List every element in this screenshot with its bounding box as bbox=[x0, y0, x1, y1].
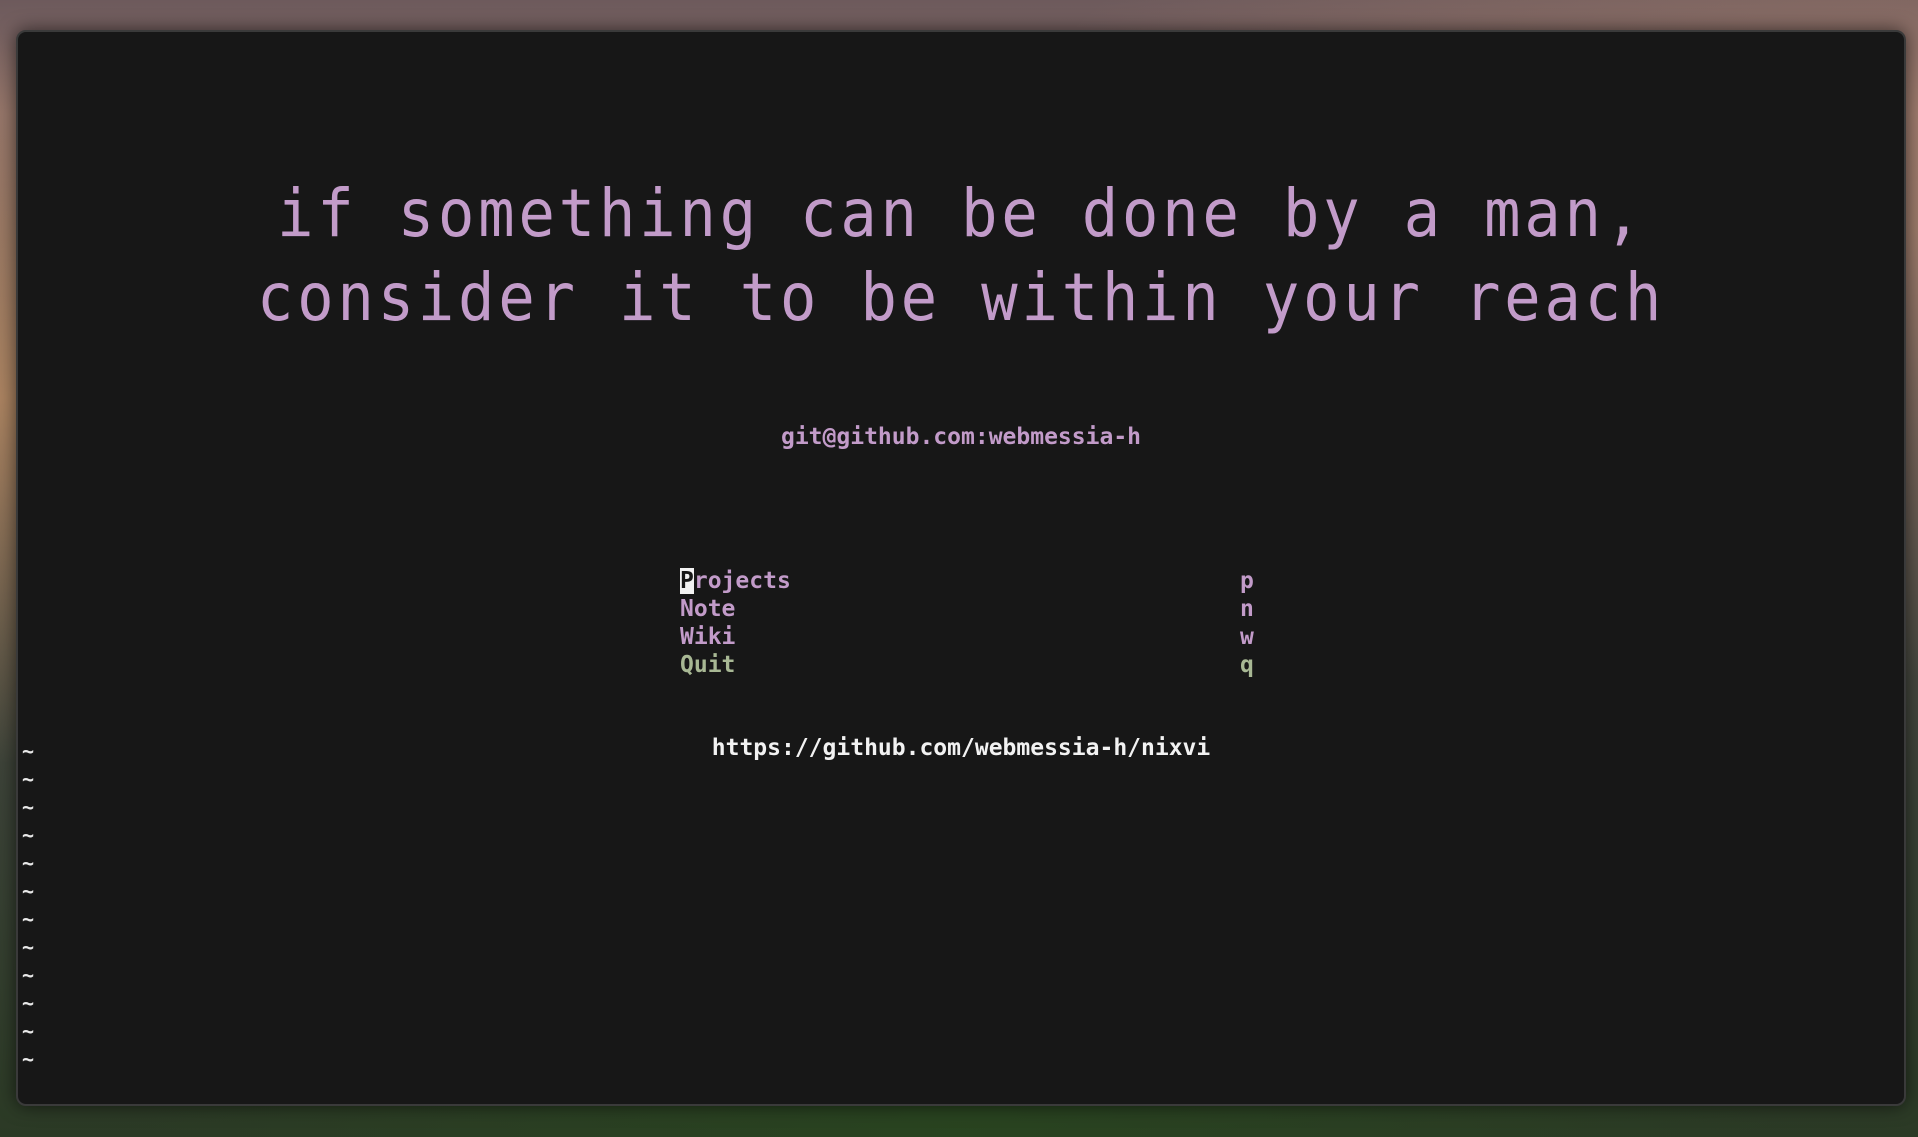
menu-item-quit[interactable]: Quit q bbox=[680, 651, 1260, 679]
tilde-line: ~ bbox=[22, 935, 35, 959]
dashboard-header-quote: if something can be done by a man, consi… bbox=[93, 172, 1828, 340]
dashboard-menu: Projects p Note n Wiki w Quit q bbox=[680, 567, 1260, 679]
menu-item-wiki[interactable]: Wiki w bbox=[680, 623, 1260, 651]
tilde-line: ~ bbox=[22, 823, 35, 847]
tilde-line: ~ bbox=[22, 1019, 35, 1043]
terminal-window[interactable]: if something can be done by a man, consi… bbox=[16, 30, 1906, 1106]
menu-item-note[interactable]: Note n bbox=[680, 595, 1260, 623]
tilde-line: ~ bbox=[22, 963, 35, 987]
menu-item-label: Wiki bbox=[680, 624, 736, 650]
empty-buffer-lines: ~ ~ ~ ~ ~ ~ ~ ~ ~ ~ ~ ~ bbox=[22, 737, 34, 1073]
quote-line-2: consider it to be within your reach bbox=[256, 259, 1666, 336]
repo-url-footer: https://github.com/webmessia-h/nixvi bbox=[711, 735, 1211, 761]
git-handle: git@github.com:webmessia-h bbox=[780, 424, 1142, 450]
menu-item-shortcut: q bbox=[1240, 652, 1254, 678]
tilde-line: ~ bbox=[22, 1047, 35, 1071]
menu-item-label: Projects bbox=[680, 568, 791, 594]
menu-item-projects[interactable]: Projects p bbox=[680, 567, 1260, 595]
tilde-line: ~ bbox=[22, 739, 35, 763]
menu-item-label: Note bbox=[680, 596, 736, 622]
tilde-line: ~ bbox=[22, 795, 35, 819]
menu-item-shortcut: p bbox=[1240, 568, 1254, 594]
tilde-line: ~ bbox=[22, 767, 35, 791]
tilde-line: ~ bbox=[22, 879, 35, 903]
tilde-line: ~ bbox=[22, 907, 35, 931]
cursor-block: P bbox=[680, 568, 694, 594]
tilde-line: ~ bbox=[22, 851, 35, 875]
menu-item-label: Quit bbox=[680, 652, 736, 678]
quote-line-1: if something can be done by a man, bbox=[276, 175, 1646, 252]
menu-item-shortcut: n bbox=[1240, 596, 1254, 622]
menu-item-shortcut: w bbox=[1240, 624, 1254, 650]
tilde-line: ~ bbox=[22, 991, 35, 1015]
